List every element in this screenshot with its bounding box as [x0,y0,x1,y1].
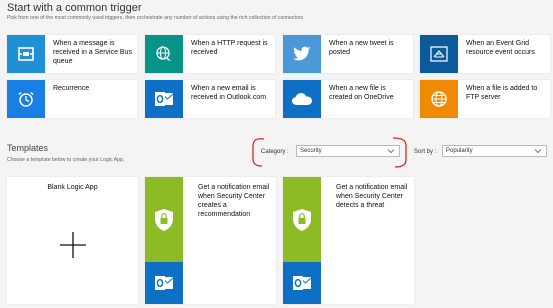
template-security-recommendation[interactable]: Get a notification email when Security C… [145,177,276,304]
trigger-label: When a HTTP request is received [191,40,268,56]
sort-label: Sort by : [414,149,437,155]
trigger-label: When a new email is received in Outlook.… [191,85,267,101]
trigger-label: When a new file is created on OneDrive [329,85,394,101]
chevron-down-icon [534,149,542,154]
chevron-down-icon [387,149,395,154]
outlook-icon [145,262,183,304]
onedrive-icon [283,80,321,118]
trigger-onedrive[interactable]: When a new file is created on OneDrive [283,80,413,118]
trigger-recurrence[interactable]: Recurrence [7,80,137,118]
trigger-http[interactable]: When a HTTP request is received [145,35,275,73]
category-label: Category : [261,149,289,155]
trigger-label: Recurrence [53,85,90,92]
twitter-icon [283,35,321,73]
trigger-twitter[interactable]: When a new tweet is posted [283,35,413,73]
sort-select[interactable]: Popularity [442,145,547,157]
templates-subtitle: Choose a template below to create your L… [7,157,125,163]
trigger-event-grid[interactable]: When an Event Grid resource event occurs [420,35,550,73]
trigger-label: When a message is received in a Service … [53,40,132,65]
service-bus-icon [7,35,45,73]
template-blank-logic-app[interactable]: Blank Logic App [7,177,138,304]
trigger-service-bus[interactable]: When a message is received in a Service … [7,35,137,73]
trigger-label: When a file is added to FTP server [466,85,538,101]
template-title: Get a notification email when Security C… [336,184,408,209]
sort-value: Popularity [446,148,473,154]
security-center-icon [283,177,321,262]
templates-heading: Templates [7,143,49,153]
template-security-threat[interactable]: Get a notification email when Security C… [283,177,414,304]
ftp-globe-icon [420,80,458,118]
outlook-icon [283,262,321,304]
page-subtitle: Pick from one of the most commonly used … [7,15,304,21]
page-title: Start with a common trigger [7,2,142,14]
trigger-ftp[interactable]: When a file is added to FTP server [420,80,550,118]
template-title: Get a notification email when Security C… [198,184,270,218]
http-globe-icon [145,35,183,73]
trigger-label: When a new tweet is posted [329,40,394,56]
plus-icon [60,232,86,258]
template-title: Blank Logic App [47,184,98,191]
clock-icon [7,80,45,118]
trigger-outlook[interactable]: When a new email is received in Outlook.… [145,80,275,118]
event-grid-icon [420,35,458,73]
category-value: Security [300,148,322,154]
security-center-icon [145,177,183,262]
trigger-label: When an Event Grid resource event occurs [466,40,535,56]
outlook-icon [145,80,183,118]
category-select[interactable]: Security [296,145,400,157]
